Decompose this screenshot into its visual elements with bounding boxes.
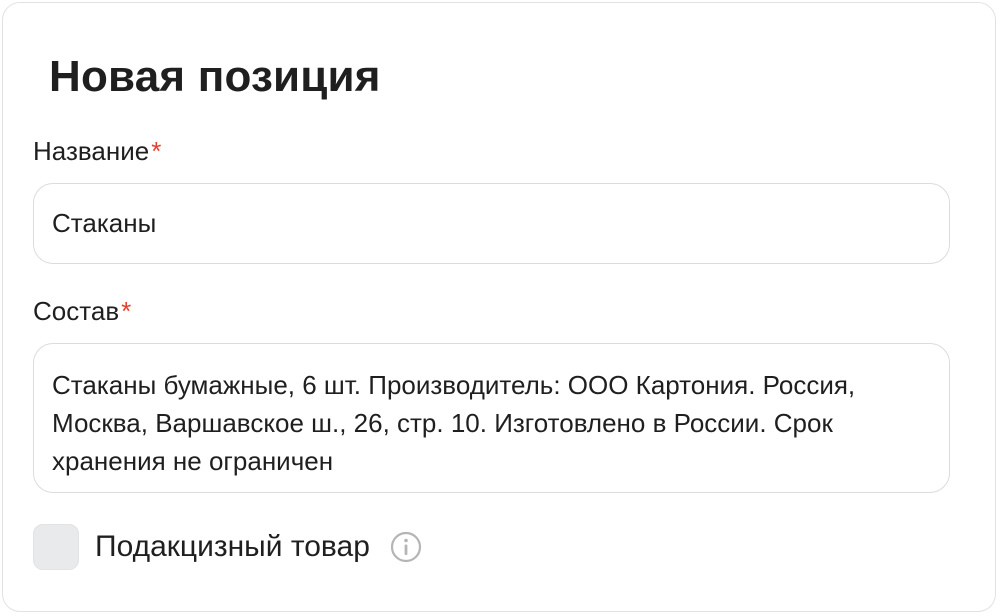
excise-checkbox-label[interactable]: Подакцизный товар [95,529,370,565]
name-required-mark: * [151,136,162,166]
composition-textarea[interactable]: Стаканы бумажные, 6 шт. Производитель: О… [33,343,950,493]
excise-checkbox[interactable] [33,524,79,570]
name-label-text: Название [33,136,150,166]
form-title: Новая позиция [49,52,381,101]
name-label: Название* [33,135,161,167]
composition-required-mark: * [121,296,132,326]
name-input[interactable]: Стаканы [33,183,950,264]
composition-label: Состав* [33,295,131,327]
info-icon[interactable] [390,531,422,563]
new-item-form: Новая позиция Название* Стаканы Состав* … [2,2,996,612]
excise-checkbox-row[interactable]: Подакцизный товар [33,523,422,571]
composition-label-text: Состав [33,296,120,326]
